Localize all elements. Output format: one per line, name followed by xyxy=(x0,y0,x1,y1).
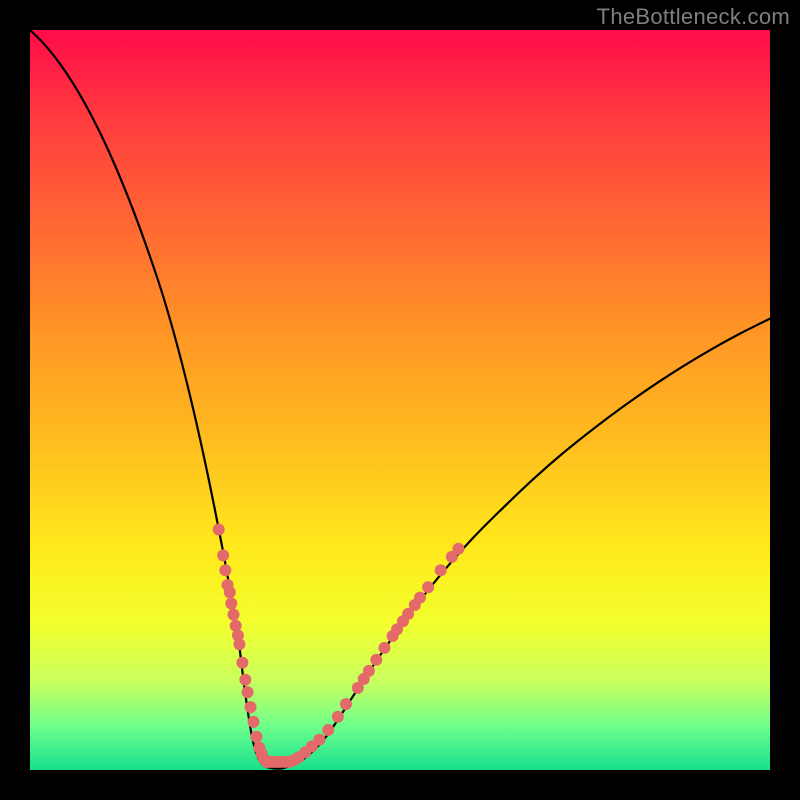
curve-dot xyxy=(233,638,245,650)
curve-dot xyxy=(245,701,257,713)
curve-dot xyxy=(370,654,382,666)
curve-dot xyxy=(228,609,240,621)
chart-stage: TheBottleneck.com xyxy=(0,0,800,800)
curve-svg xyxy=(30,30,770,770)
curve-dot xyxy=(217,549,229,561)
curve-dot xyxy=(322,724,334,736)
curve-dot xyxy=(435,564,447,576)
curve-dot xyxy=(224,586,236,598)
curve-dot xyxy=(422,581,434,593)
bottleneck-curve xyxy=(30,30,770,769)
curve-dot xyxy=(236,657,248,669)
curve-dot xyxy=(239,674,251,686)
curve-dot xyxy=(247,716,259,728)
curve-dot xyxy=(452,543,464,555)
curve-dot xyxy=(340,698,352,710)
plot-area xyxy=(30,30,770,770)
curve-dot xyxy=(242,686,254,698)
curve-dot xyxy=(213,524,225,536)
curve-dot xyxy=(378,642,390,654)
watermark-text: TheBottleneck.com xyxy=(597,4,790,30)
curve-dot xyxy=(219,564,231,576)
curve-dot xyxy=(225,598,237,610)
curve-dot xyxy=(332,711,344,723)
curve-dot xyxy=(363,665,375,677)
curve-dot xyxy=(313,734,325,746)
curve-dot xyxy=(414,592,426,604)
curve-dot xyxy=(250,731,262,743)
